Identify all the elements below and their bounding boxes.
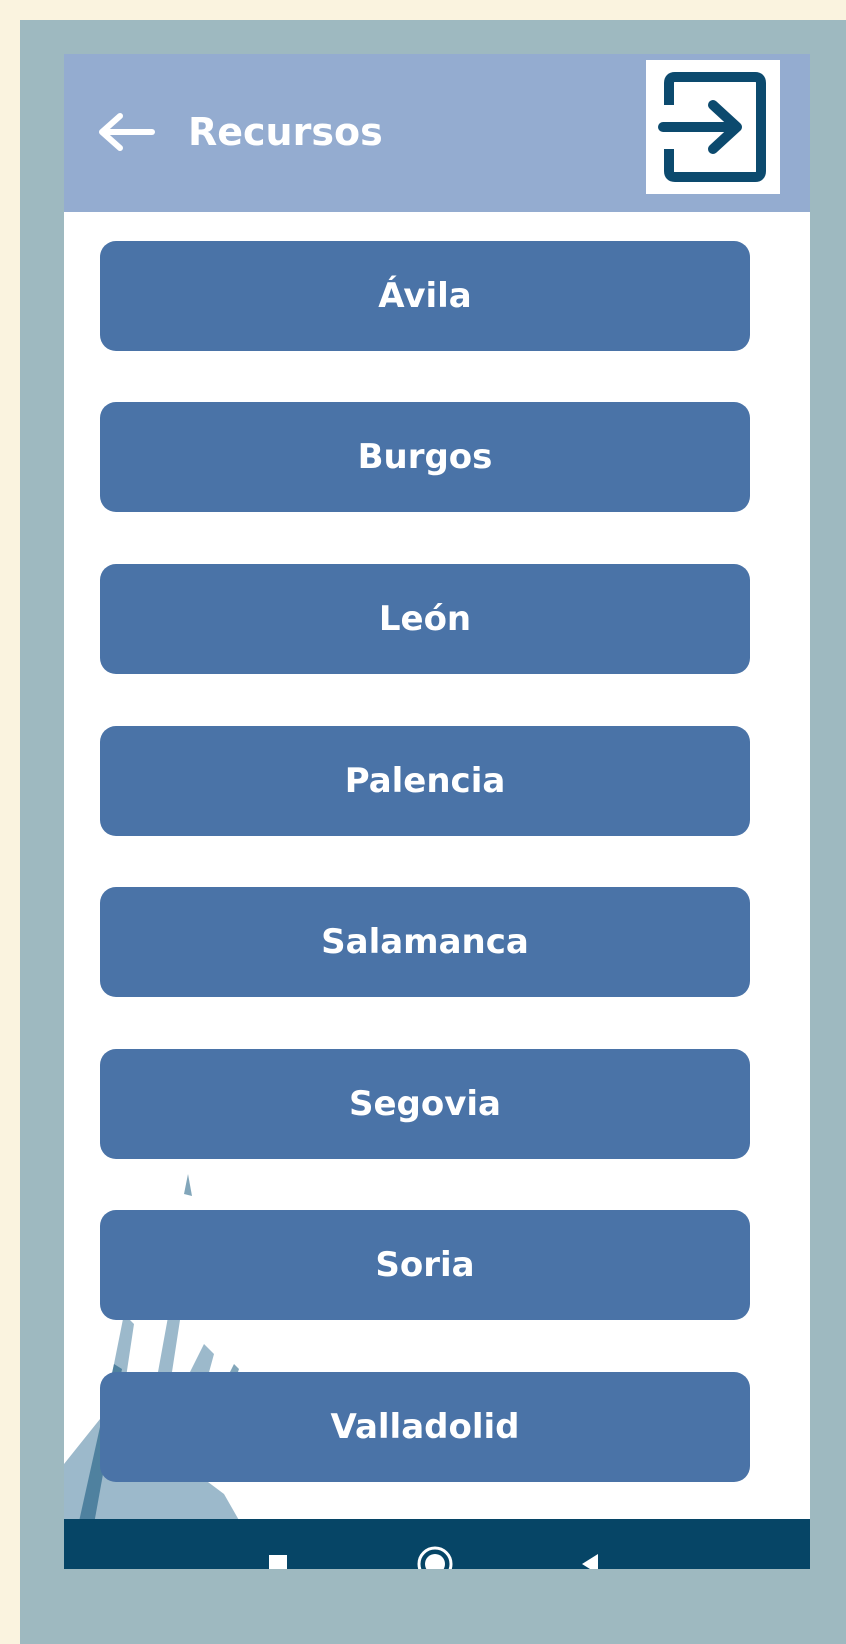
login-button[interactable] [646, 60, 780, 194]
province-button-salamanca[interactable]: Salamanca [100, 887, 750, 997]
province-button-soria[interactable]: Soria [100, 1210, 750, 1320]
app-screen: n ón Recursos Ávila Burgos León Palencia… [64, 54, 810, 1569]
province-button-leon[interactable]: León [100, 564, 750, 674]
system-back-button[interactable] [550, 1519, 630, 1569]
province-button-avila[interactable]: Ávila [100, 241, 750, 351]
back-button[interactable] [96, 104, 156, 160]
triangle-back-icon [582, 1554, 598, 1569]
province-button-segovia[interactable]: Segovia [100, 1049, 750, 1159]
recents-button[interactable] [238, 1519, 318, 1569]
app-bar: Recursos [64, 54, 810, 212]
square-recents-icon [269, 1555, 287, 1569]
login-enter-icon [658, 72, 766, 182]
circle-home-icon [417, 1546, 453, 1569]
page-title: Recursos [188, 110, 383, 154]
province-button-burgos[interactable]: Burgos [100, 402, 750, 512]
arrow-left-icon [99, 113, 155, 151]
home-button[interactable] [395, 1519, 475, 1569]
system-navigation-bar [64, 1519, 810, 1569]
province-button-valladolid[interactable]: Valladolid [100, 1372, 750, 1482]
province-button-palencia[interactable]: Palencia [100, 726, 750, 836]
